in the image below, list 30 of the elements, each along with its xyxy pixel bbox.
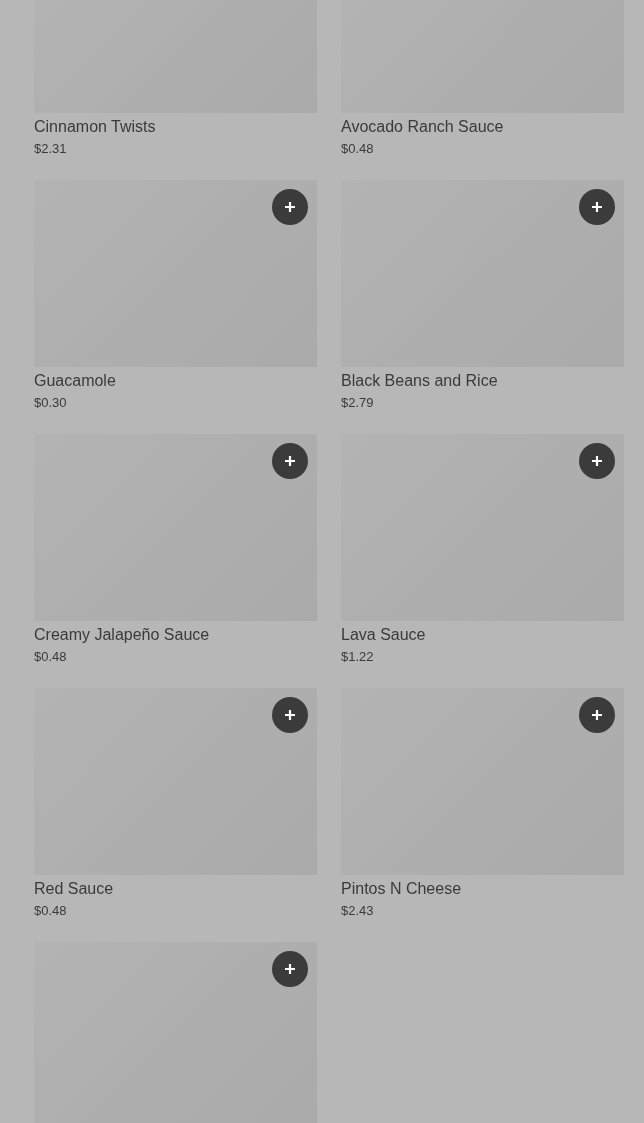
- add-button[interactable]: [272, 189, 308, 225]
- add-button[interactable]: [579, 443, 615, 479]
- product-name: Pintos N Cheese: [341, 880, 463, 898]
- product-name: Lava Sauce: [341, 626, 427, 644]
- product-price: $2.31: [34, 141, 68, 156]
- product-name: Black Beans and Rice: [341, 372, 499, 390]
- plus-icon: [284, 201, 296, 213]
- add-button[interactable]: [579, 697, 615, 733]
- product-price: $1.22: [341, 649, 375, 664]
- product-name: Avocado Ranch Sauce: [341, 118, 505, 136]
- add-button[interactable]: [272, 697, 308, 733]
- plus-icon: [284, 963, 296, 975]
- add-button[interactable]: [272, 443, 308, 479]
- product-name: Guacamole: [34, 372, 117, 390]
- product-name: Cinnamon Twists: [34, 118, 157, 136]
- plus-icon: [591, 201, 603, 213]
- plus-icon: [284, 709, 296, 721]
- product-price: $0.48: [34, 649, 68, 664]
- add-button[interactable]: [579, 189, 615, 225]
- product-name: Creamy Jalapeño Sauce: [34, 626, 211, 644]
- plus-icon: [591, 709, 603, 721]
- product-price: $0.48: [341, 141, 375, 156]
- product-price: $0.30: [34, 395, 68, 410]
- product-price: $0.48: [34, 903, 68, 918]
- product-name: Red Sauce: [34, 880, 115, 898]
- plus-icon: [591, 455, 603, 467]
- add-button[interactable]: [272, 951, 308, 987]
- plus-icon: [284, 455, 296, 467]
- product-price: $2.79: [341, 395, 375, 410]
- product-price: $2.43: [341, 903, 375, 918]
